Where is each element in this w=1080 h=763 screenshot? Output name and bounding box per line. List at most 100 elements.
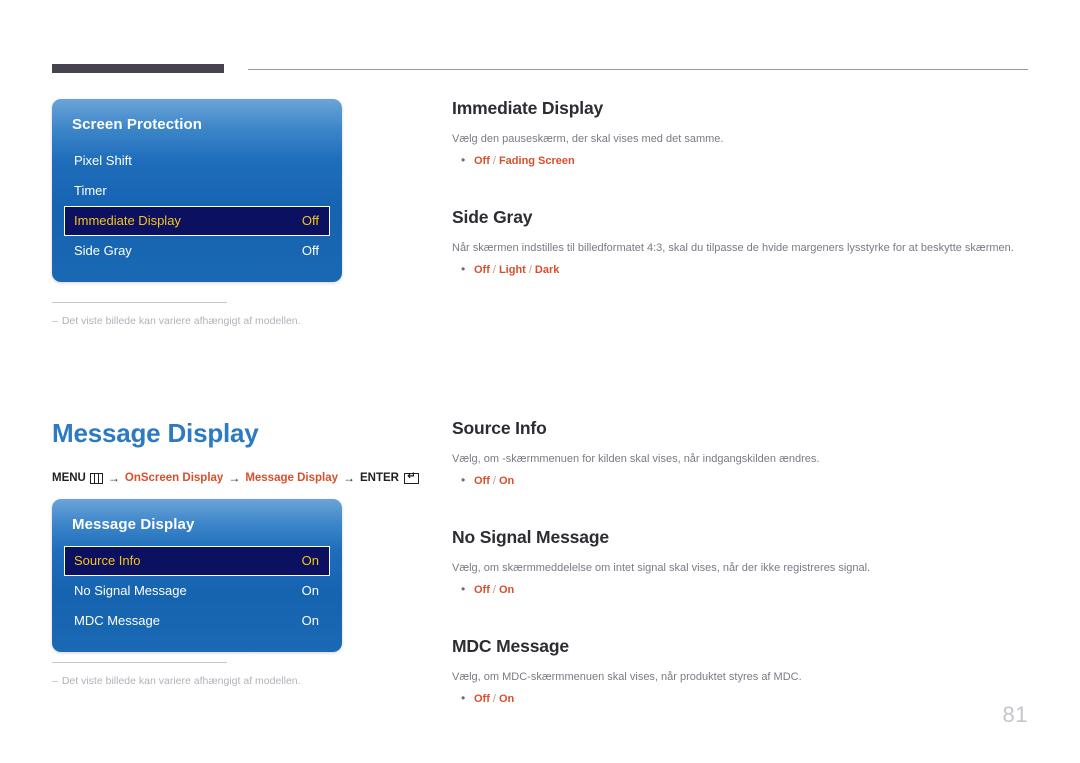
option-separator: / — [492, 264, 496, 276]
option-separator: / — [492, 155, 496, 167]
section-title: Message Display — [52, 418, 259, 448]
entry-description: Vælg den pauseskærm, der skal vises med … — [452, 133, 724, 145]
osd-item-value: On — [301, 553, 319, 568]
entry-description: Vælg, om skærmmeddelelse om intet signal… — [452, 562, 871, 574]
entry-heading: Source Info — [452, 418, 547, 438]
entry-mdc-message: MDC Message Vælg, om MDC-skærmmenuen ska… — [452, 636, 1028, 705]
osd-menu-item-pixel-shift[interactable]: Pixel Shift — [64, 146, 330, 176]
entry-source-info: Source Info Vælg, om -skærmmenuen for ki… — [452, 418, 1028, 487]
option-value[interactable]: Light — [499, 264, 526, 276]
entry-options: • Off / On — [452, 583, 1028, 596]
osd-item-label: Immediate Display — [74, 213, 181, 228]
option-value[interactable]: On — [499, 693, 514, 705]
osd-item-value: Off — [301, 213, 319, 228]
option-value[interactable]: Off — [474, 155, 490, 167]
bullet-icon: • — [461, 153, 466, 167]
breadcrumb: MENU → OnScreen Display → Message Displa… — [52, 471, 419, 485]
option-list: Off / Fading Screen — [474, 155, 575, 167]
entry-heading: Side Gray — [452, 207, 533, 227]
option-separator: / — [492, 475, 496, 487]
entry-no-signal-message: No Signal Message Vælg, om skærmmeddelel… — [452, 527, 1028, 596]
footnote-text-row: – Det viste billede kan variere afhængigt… — [52, 314, 382, 328]
osd-panel-screen-protection: Screen Protection Pixel Shift Timer Imme… — [52, 99, 342, 282]
entry-spacer — [452, 618, 1028, 636]
osd-item-label: MDC Message — [74, 613, 160, 628]
entry-immediate-display: Immediate Display Vælg den pauseskærm, d… — [452, 98, 1028, 167]
footnote-divider — [52, 302, 227, 303]
osd-menu-list: Pixel Shift Timer Immediate Display Off … — [52, 146, 342, 266]
enter-key-icon: ↵ — [403, 471, 419, 484]
entry-heading: No Signal Message — [452, 527, 609, 547]
option-separator: / — [528, 264, 532, 276]
page-header-rules — [52, 64, 1028, 74]
option-separator: / — [492, 693, 496, 705]
option-separator: / — [492, 584, 496, 596]
osd-menu-item-timer[interactable]: Timer — [64, 176, 330, 206]
content-section-message-display: Source Info Vælg, om -skærmmenuen for ki… — [452, 418, 1028, 705]
bullet-icon: • — [461, 262, 466, 276]
option-value[interactable]: Off — [474, 264, 490, 276]
option-value[interactable]: Off — [474, 693, 490, 705]
footnote-bottom: – Det viste billede kan variere afhængigt… — [52, 662, 382, 688]
osd-menu-item-immediate-display[interactable]: Immediate Display Off — [64, 206, 330, 236]
entry-description: Vælg, om -skærmmenuen for kilden skal vi… — [452, 453, 820, 465]
breadcrumb-arrow-3: → — [343, 471, 355, 485]
entry-spacer — [452, 189, 1028, 207]
osd-item-value: On — [301, 613, 319, 628]
breadcrumb-path-message-display: Message Display — [245, 472, 338, 484]
footnote-text-row: – Det viste billede kan variere afhængigt… — [52, 674, 382, 688]
osd-item-value: Off — [301, 243, 319, 258]
osd-item-value: On — [301, 583, 319, 598]
option-value[interactable]: On — [499, 475, 514, 487]
osd-item-label: Side Gray — [74, 243, 132, 258]
osd-menu-item-source-info[interactable]: Source Info On — [64, 546, 330, 576]
header-accent-bar — [52, 64, 224, 73]
page-number: 81 — [1002, 702, 1028, 727]
entry-heading: Immediate Display — [452, 98, 604, 118]
option-list: Off / Light / Dark — [474, 264, 559, 276]
content-section-screen-protection: Immediate Display Vælg den pauseskærm, d… — [452, 98, 1028, 276]
footnote-text: Det viste billede kan variere afhængigt … — [61, 675, 301, 687]
osd-menu-item-mdc-message[interactable]: MDC Message On — [64, 606, 330, 636]
entry-description: Når skærmen indstilles til billedformate… — [452, 242, 1014, 254]
footnote-text: Det viste billede kan variere afhængigt … — [61, 315, 301, 327]
option-list: Off / On — [474, 584, 514, 596]
osd-item-label: Pixel Shift — [74, 153, 132, 168]
osd-panel-title: Screen Protection — [72, 116, 203, 133]
option-value[interactable]: Off — [474, 584, 490, 596]
osd-item-label: Source Info — [74, 553, 141, 568]
header-divider-line — [248, 69, 1028, 70]
entry-options: • Off / Fading Screen — [452, 154, 1028, 167]
entry-options: • Off / On — [452, 474, 1028, 487]
footnote-dash: – — [52, 315, 58, 327]
breadcrumb-enter-label: ENTER — [360, 472, 399, 484]
entry-options: • Off / Light / Dark — [452, 263, 1028, 276]
osd-item-label: No Signal Message — [74, 583, 187, 598]
footnote-divider — [52, 662, 227, 663]
entry-spacer — [452, 509, 1028, 527]
entry-description: Vælg, om MDC-skærmmenuen skal vises, når… — [452, 671, 802, 683]
option-value[interactable]: On — [499, 584, 514, 596]
entry-options: • Off / On — [452, 692, 1028, 705]
osd-menu-item-side-gray[interactable]: Side Gray Off — [64, 236, 330, 266]
option-value[interactable]: Dark — [535, 264, 559, 276]
option-list: Off / On — [474, 693, 514, 705]
breadcrumb-arrow-1: → — [107, 471, 120, 485]
option-value[interactable]: Fading Screen — [499, 155, 575, 167]
breadcrumb-path-onscreen-display: OnScreen Display — [124, 472, 224, 484]
breadcrumb-arrow-2: → — [228, 471, 241, 485]
osd-item-label: Timer — [74, 183, 107, 198]
option-value[interactable]: Off — [474, 475, 490, 487]
bullet-icon: • — [461, 691, 466, 705]
footnote-top: – Det viste billede kan variere afhængigt… — [52, 302, 382, 328]
option-list: Off / On — [474, 475, 514, 487]
menu-icon — [89, 472, 103, 484]
osd-panel-title: Message Display — [72, 516, 195, 533]
osd-panel-message-display: Message Display Source Info On No Signal… — [52, 499, 342, 652]
osd-menu-item-no-signal-message[interactable]: No Signal Message On — [64, 576, 330, 606]
bullet-icon: • — [461, 473, 466, 487]
footnote-dash: – — [52, 675, 58, 687]
osd-menu-list: Source Info On No Signal Message On MDC … — [52, 546, 342, 636]
entry-heading: MDC Message — [452, 636, 569, 656]
bullet-icon: • — [461, 582, 466, 596]
